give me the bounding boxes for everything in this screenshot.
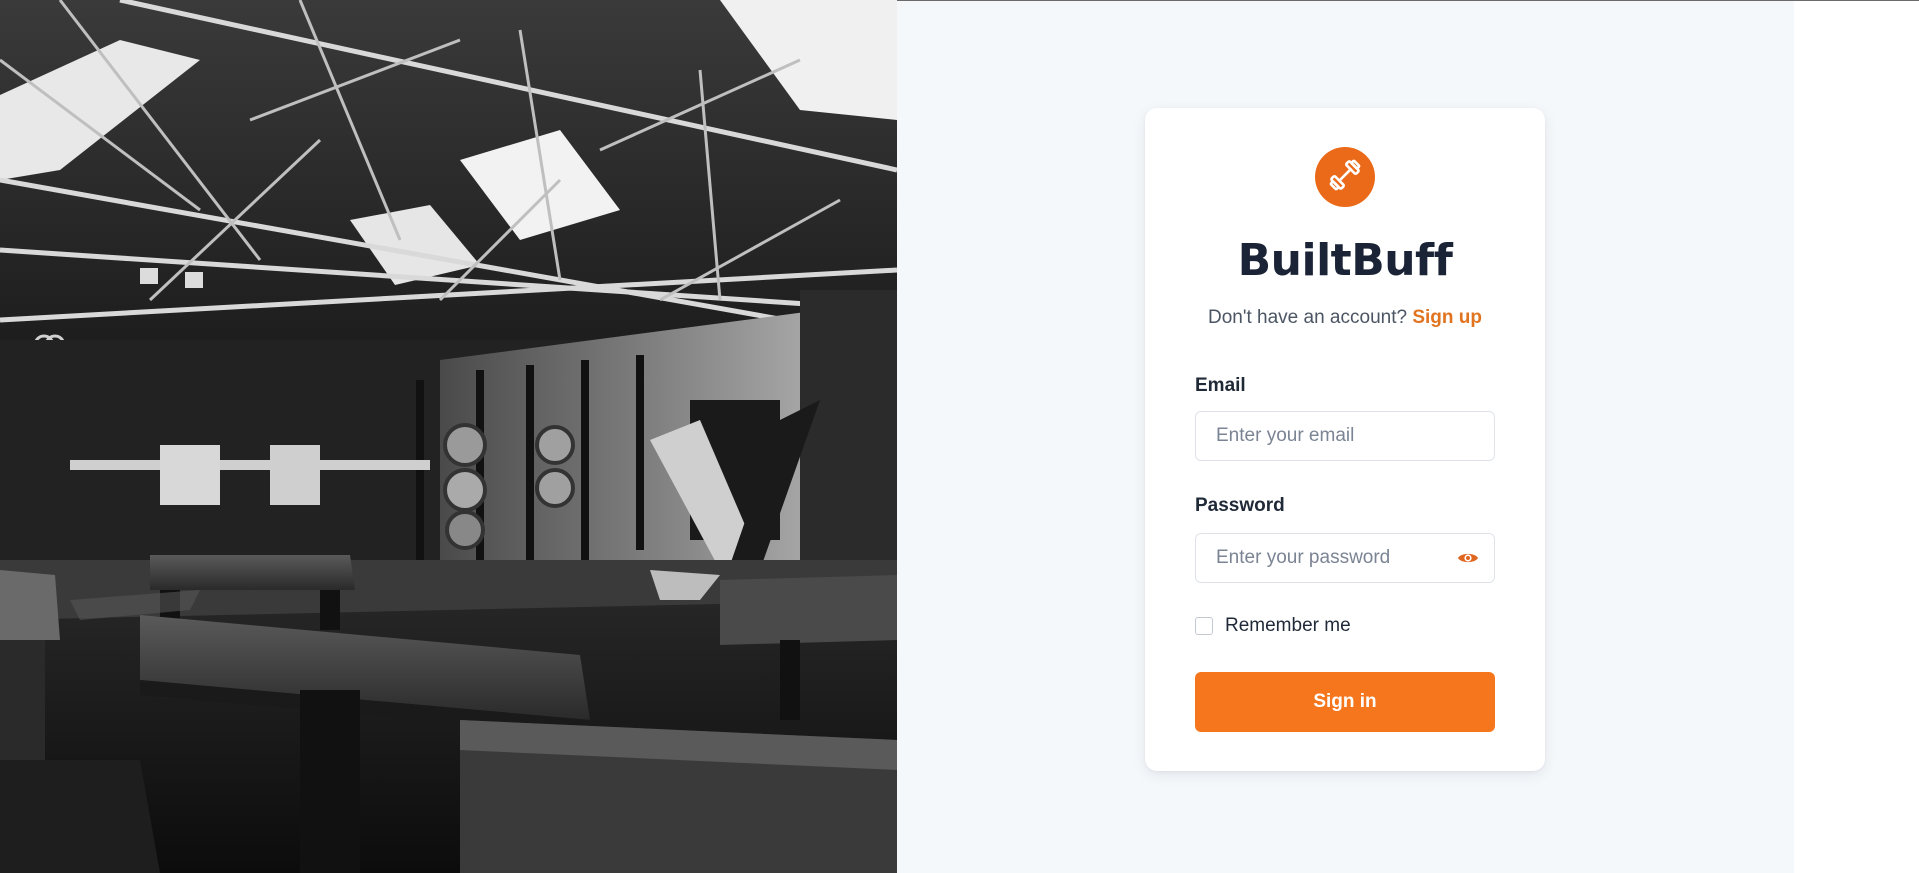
signup-prompt-text: Don't have an account? [1208,307,1408,328]
brand-name: BuiltBuff [1237,235,1453,286]
sign-in-button[interactable]: Sign in [1195,672,1495,732]
remember-checkbox[interactable] [1195,617,1213,635]
dumbbell-icon [1327,157,1363,198]
remember-label: Remember me [1225,615,1351,636]
eye-icon[interactable] [1456,548,1480,568]
signup-prompt: Don't have an account? Sign up [1145,306,1545,330]
email-label: Email [1195,375,1246,396]
email-field[interactable] [1195,411,1495,461]
login-card: BuiltBuff Don't have an account? Sign up… [1145,108,1545,771]
gym-photo [0,0,897,873]
password-label: Password [1195,495,1285,516]
page-margin [1794,1,1919,873]
password-field[interactable] [1195,533,1495,583]
brand-logo [1315,147,1375,207]
remember-me[interactable]: Remember me [1195,615,1351,637]
signup-link[interactable]: Sign up [1412,307,1482,328]
